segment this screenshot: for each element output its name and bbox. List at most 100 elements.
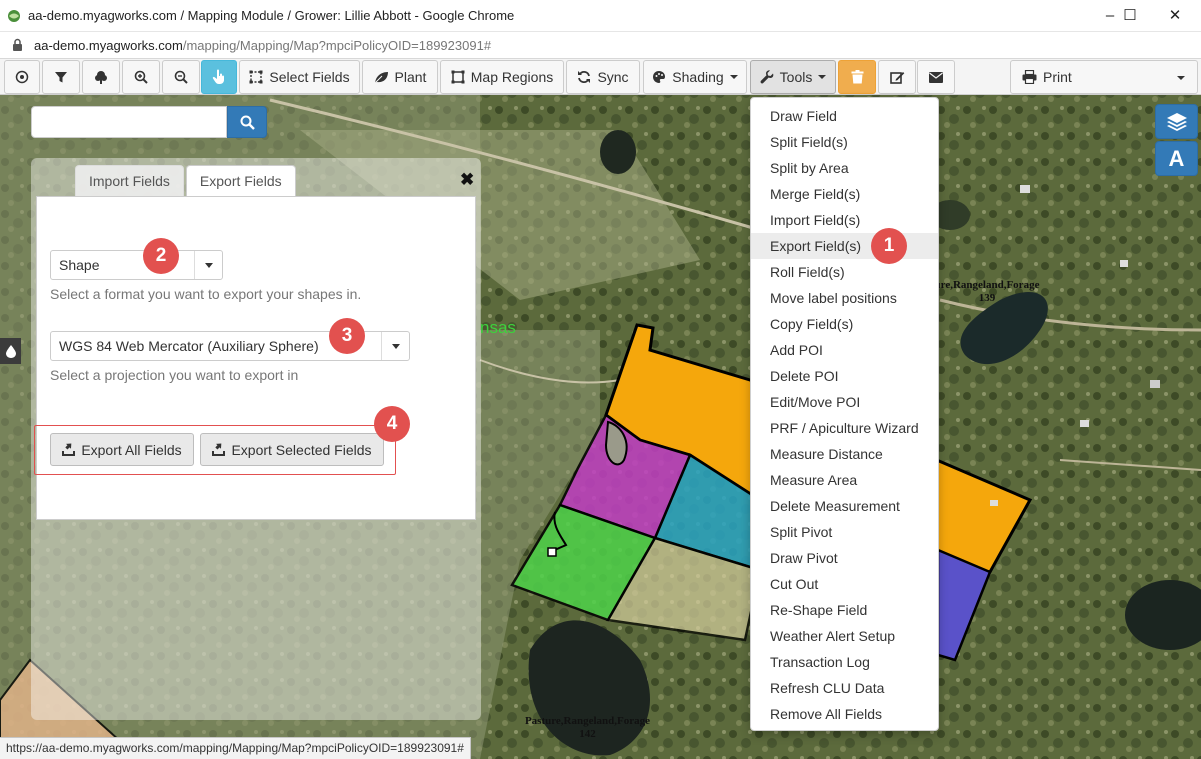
select-fields-button[interactable]: Select Fields — [239, 60, 360, 94]
labels-toggle-letter: A — [1168, 145, 1185, 171]
menu-item-draw-pivot[interactable]: Draw Pivot — [751, 545, 938, 571]
leaf-icon — [374, 71, 388, 83]
field-label-142-type: Pasture,Rangeland,Forage — [524, 715, 651, 727]
menu-item-split-pivot[interactable]: Split Pivot — [751, 519, 938, 545]
highlight-box — [34, 425, 396, 475]
url-host: aa-demo.myagworks.com — [34, 38, 183, 53]
menu-item-delete-measurement[interactable]: Delete Measurement — [751, 493, 938, 519]
close-window-button[interactable]: ✕ — [1155, 3, 1195, 29]
search-button[interactable] — [227, 106, 267, 138]
site-favicon-icon — [8, 10, 20, 22]
menu-item-measure-area[interactable]: Measure Area — [751, 467, 938, 493]
menu-item-edit-move-poi[interactable]: Edit/Move POI — [751, 389, 938, 415]
menu-item-delete-poi[interactable]: Delete POI — [751, 363, 938, 389]
select-fields-label: Select Fields — [269, 69, 350, 85]
field-label-139-type: ure,Rangeland,Forage — [934, 279, 1040, 291]
menu-item-add-poi[interactable]: Add POI — [751, 337, 938, 363]
tools-dropdown-menu: Draw Field Split Field(s) Split by Area … — [750, 97, 939, 731]
locate-icon — [15, 70, 29, 84]
menu-item-measure-distance[interactable]: Measure Distance — [751, 441, 938, 467]
sync-button[interactable]: Sync — [566, 60, 640, 94]
menu-item-roll-fields[interactable]: Roll Field(s) — [751, 259, 938, 285]
menu-item-reshape-field[interactable]: Re-Shape Field — [751, 597, 938, 623]
close-icon[interactable]: ✖ — [460, 170, 474, 190]
menu-item-remove-all-fields[interactable]: Remove All Fields — [751, 701, 938, 727]
locate-button[interactable] — [4, 60, 40, 94]
email-button[interactable] — [917, 60, 955, 94]
field-label-139-number: 139 — [978, 292, 996, 304]
menu-item-refresh-clu-data[interactable]: Refresh CLU Data — [751, 675, 938, 701]
callout-badge-2: 2 — [143, 238, 179, 274]
maximize-button[interactable]: ☐ — [1110, 3, 1150, 29]
tab-export-fields[interactable]: Export Fields — [185, 165, 296, 197]
menu-item-split-fields[interactable]: Split Field(s) — [751, 129, 938, 155]
edit-button[interactable] — [878, 60, 916, 94]
hand-pointer-icon — [212, 69, 224, 84]
tools-dropdown[interactable]: Tools — [750, 60, 836, 94]
address-bar[interactable]: aa-demo.myagworks.com/mapping/Mapping/Ma… — [0, 32, 1201, 59]
menu-item-transaction-log[interactable]: Transaction Log — [751, 649, 938, 675]
map-regions-icon — [451, 70, 465, 84]
layers-button[interactable] — [1155, 104, 1198, 139]
browser-title-bar: aa-demo.myagworks.com / Mapping Module /… — [0, 0, 1201, 32]
menu-item-copy-fields[interactable]: Copy Field(s) — [751, 311, 938, 337]
map-region-label: nsas — [480, 318, 516, 337]
menu-item-split-by-area[interactable]: Split by Area — [751, 155, 938, 181]
tab-import-fields[interactable]: Import Fields — [75, 165, 184, 197]
callout-badge-4: 4 — [374, 406, 410, 442]
menu-item-weather-alert-setup[interactable]: Weather Alert Setup — [751, 623, 938, 649]
chevron-down-icon — [1177, 76, 1185, 80]
chevron-down-icon — [729, 75, 738, 79]
shading-dropdown[interactable]: Shading — [643, 60, 747, 94]
zoom-out-icon — [174, 70, 188, 84]
shading-label: Shading — [672, 69, 724, 85]
drop-tool-button[interactable] — [0, 338, 21, 364]
wrench-icon — [760, 70, 773, 84]
menu-item-export-fields[interactable]: Export Field(s) — [751, 233, 938, 259]
print-dropdown[interactable]: Print — [1010, 60, 1198, 94]
tree-button[interactable] — [82, 60, 120, 94]
status-url: https://aa-demo.myagworks.com/mapping/Ma… — [0, 737, 471, 759]
palette-icon — [653, 71, 666, 83]
callout-badge-1: 1 — [871, 228, 907, 264]
menu-item-import-fields[interactable]: Import Field(s) — [751, 207, 938, 233]
select-square-icon — [249, 70, 263, 84]
zoom-out-button[interactable] — [162, 60, 200, 94]
chevron-down-icon — [818, 75, 827, 79]
projection-select-value: WGS 84 Web Mercator (Auxiliary Sphere) — [59, 338, 319, 354]
layers-icon — [1166, 112, 1187, 131]
delete-button[interactable] — [838, 60, 876, 94]
drop-icon — [5, 344, 16, 358]
field-label-142: Pasture,Rangeland,Forage 142 — [515, 715, 660, 741]
labels-toggle-button[interactable]: A — [1155, 141, 1198, 176]
window-title: aa-demo.myagworks.com / Mapping Module /… — [28, 8, 515, 23]
filter-button[interactable] — [42, 60, 80, 94]
pan-button[interactable] — [201, 60, 237, 94]
plant-button[interactable]: Plant — [362, 60, 438, 94]
url-text[interactable]: aa-demo.myagworks.com/mapping/Mapping/Ma… — [34, 38, 491, 53]
chevron-down-icon — [194, 251, 222, 279]
callout-badge-3: 3 — [329, 318, 365, 354]
sync-label: Sync — [597, 69, 629, 85]
menu-item-cut-out[interactable]: Cut Out — [751, 571, 938, 597]
map-regions-label: Map Regions — [470, 69, 554, 85]
map-regions-button[interactable]: Map Regions — [440, 60, 564, 94]
menu-item-draw-field[interactable]: Draw Field — [751, 103, 938, 129]
menu-item-merge-fields[interactable]: Merge Field(s) — [751, 181, 938, 207]
format-select-value: Shape — [59, 257, 100, 273]
zoom-in-icon — [134, 70, 148, 84]
print-label: Print — [1043, 69, 1072, 85]
format-select[interactable]: Shape — [50, 250, 223, 280]
format-help-text: Select a format you want to export your … — [50, 286, 362, 302]
zoom-in-button[interactable] — [122, 60, 160, 94]
plant-label: Plant — [394, 69, 427, 85]
tree-icon — [95, 70, 107, 84]
trash-icon — [851, 70, 863, 84]
tools-label: Tools — [779, 69, 813, 85]
panel-tabs: Import Fields Export Fields — [75, 165, 298, 197]
map-search-input[interactable] — [31, 106, 227, 138]
sync-icon — [578, 71, 591, 83]
map-toolbar: Select Fields Plant Map Regions Sync Sha… — [0, 59, 1201, 95]
menu-item-prf-apiculture-wizard[interactable]: PRF / Apiculture Wizard — [751, 415, 938, 441]
menu-item-move-label-positions[interactable]: Move label positions — [751, 285, 938, 311]
